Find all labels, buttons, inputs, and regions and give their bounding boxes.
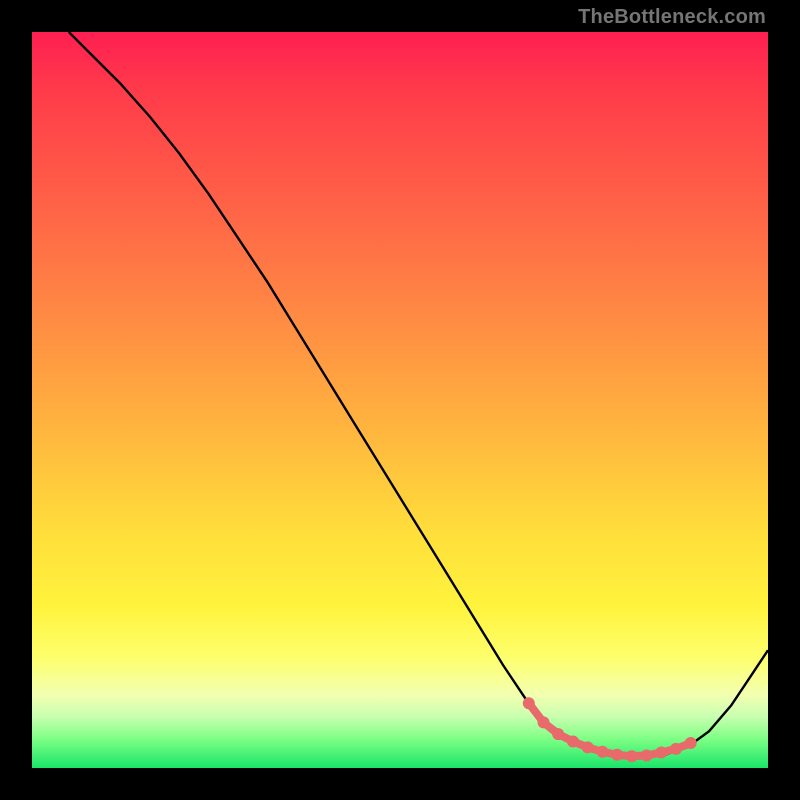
marker-dot	[626, 750, 638, 762]
highlight-markers	[32, 32, 768, 768]
marker-dot	[611, 749, 623, 761]
marker-dot	[567, 736, 579, 748]
watermark-text: TheBottleneck.com	[578, 6, 766, 29]
marker-dot	[538, 716, 550, 728]
marker-dot	[596, 746, 608, 758]
chart-frame: TheBottleneck.com	[0, 0, 800, 800]
marker-dot	[641, 750, 653, 762]
marker-dot	[655, 747, 667, 759]
marker-dot	[582, 741, 594, 753]
marker-dot	[670, 743, 682, 755]
plot-area	[32, 32, 768, 768]
marker-dot	[685, 737, 697, 749]
marker-dot	[552, 728, 564, 740]
marker-dot	[523, 697, 535, 709]
